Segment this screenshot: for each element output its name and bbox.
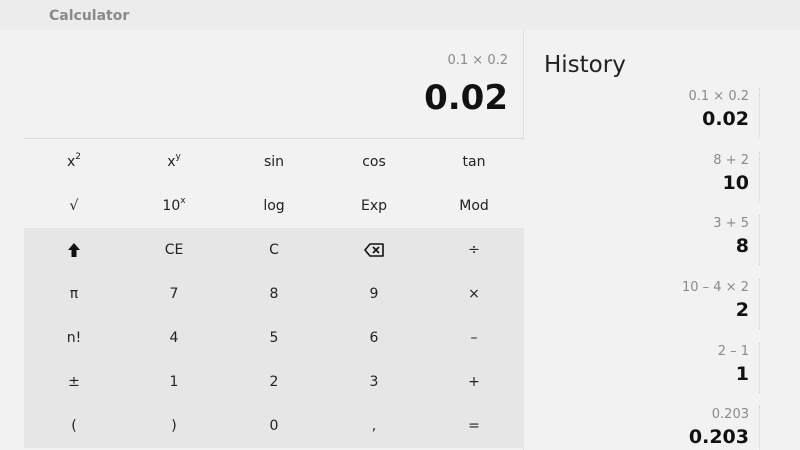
sin-button[interactable]: sin: [224, 140, 324, 184]
result-display: 0.02: [424, 78, 508, 118]
digit-1-button[interactable]: 1: [124, 360, 224, 404]
pi-button[interactable]: π: [24, 272, 124, 316]
ten-power-button[interactable]: 10 x: [124, 184, 224, 228]
square-exponent: 2: [75, 152, 82, 162]
expression-display: 0.1 × 0.2: [447, 53, 508, 68]
display: 0.1 × 0.2 0.02: [24, 30, 524, 139]
history-result: 1: [735, 363, 749, 385]
log-button[interactable]: log: [224, 184, 324, 228]
left-paren-button[interactable]: (: [24, 404, 124, 448]
divide-button[interactable]: ÷: [424, 228, 524, 272]
calculator-panel: 0.1 × 0.2 0.02 x2 xy sin cos tan √ 10 x l…: [24, 30, 524, 450]
power-exponent: y: [175, 152, 181, 162]
backspace-icon: [364, 243, 384, 257]
clear-entry-button[interactable]: CE: [124, 228, 224, 272]
multiply-button[interactable]: ×: [424, 272, 524, 316]
history-expression: 2 – 1: [717, 344, 749, 359]
factorial-button[interactable]: n!: [24, 316, 124, 360]
history-expression: 10 – 4 × 2: [681, 280, 749, 295]
square-button[interactable]: x2: [24, 140, 124, 184]
digit-0-button[interactable]: 0: [224, 404, 324, 448]
history-item[interactable]: 0.203 0.203: [560, 406, 760, 450]
history-expression: 0.203: [711, 407, 749, 422]
digit-2-button[interactable]: 2: [224, 360, 324, 404]
cos-button[interactable]: cos: [324, 140, 424, 184]
history-expression: 3 + 5: [713, 216, 749, 231]
digit-8-button[interactable]: 8: [224, 272, 324, 316]
history-result: 0.203: [688, 426, 749, 448]
minus-button[interactable]: –: [424, 316, 524, 360]
history-result: 2: [735, 299, 749, 321]
shift-button[interactable]: [24, 228, 124, 272]
right-paren-button[interactable]: ): [124, 404, 224, 448]
digit-7-button[interactable]: 7: [124, 272, 224, 316]
negate-button[interactable]: ±: [24, 360, 124, 404]
sqrt-button[interactable]: √: [24, 184, 124, 228]
history-result: 0.02: [702, 108, 749, 130]
power-button[interactable]: xy: [124, 140, 224, 184]
history-result: 8: [735, 235, 749, 257]
history-panel: History 0.1 × 0.2 0.02 8 + 2 10 3 + 5 8 …: [524, 30, 800, 450]
ten-power-exponent: x: [180, 196, 186, 206]
digit-3-button[interactable]: 3: [324, 360, 424, 404]
plus-button[interactable]: +: [424, 360, 524, 404]
equals-button[interactable]: =: [424, 404, 524, 448]
history-expression: 8 + 2: [713, 153, 749, 168]
power-label: x: [167, 154, 176, 170]
mod-button[interactable]: Mod: [424, 184, 524, 228]
digit-4-button[interactable]: 4: [124, 316, 224, 360]
ten-power-label: 10: [162, 198, 181, 214]
history-expression: 0.1 × 0.2: [688, 89, 749, 104]
app-title: Calculator: [49, 8, 130, 24]
digit-6-button[interactable]: 6: [324, 316, 424, 360]
arrow-up-icon: [68, 243, 80, 257]
digit-5-button[interactable]: 5: [224, 316, 324, 360]
title-bar: Calculator: [0, 0, 800, 30]
history-item[interactable]: 0.1 × 0.2 0.02: [560, 88, 760, 138]
clear-button[interactable]: C: [224, 228, 324, 272]
backspace-button[interactable]: [324, 228, 424, 272]
history-result: 10: [722, 172, 749, 194]
history-item[interactable]: 2 – 1 1: [560, 343, 760, 393]
history-item[interactable]: 8 + 2 10: [560, 152, 760, 202]
tan-button[interactable]: tan: [424, 140, 524, 184]
digit-9-button[interactable]: 9: [324, 272, 424, 316]
exp-button[interactable]: Exp: [324, 184, 424, 228]
history-item[interactable]: 10 – 4 × 2 2: [560, 279, 760, 329]
history-item[interactable]: 3 + 5 8: [560, 215, 760, 265]
decimal-button[interactable]: ,: [324, 404, 424, 448]
history-title: History: [544, 52, 626, 78]
square-label: x: [66, 154, 76, 170]
keypad: x2 xy sin cos tan √ 10 x log Exp Mod CE C…: [24, 140, 524, 450]
